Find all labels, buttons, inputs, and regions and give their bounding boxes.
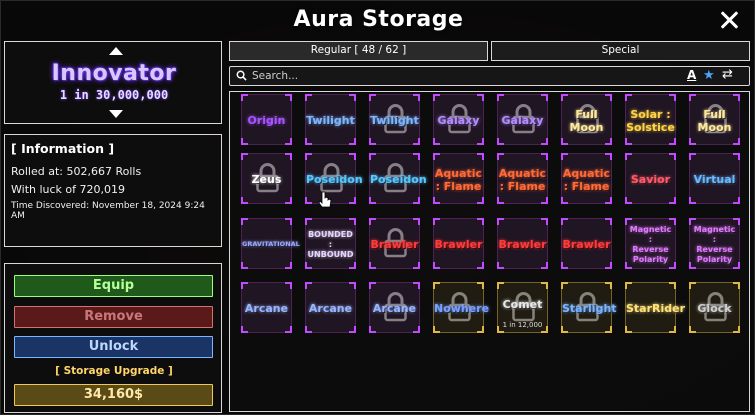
aura-slot[interactable]: Nowhere [433,282,489,333]
lock-icon [384,228,407,258]
aura-slot[interactable]: Arcane [305,282,356,333]
aura-slot-label: StarRider [626,302,686,315]
window-title: Aura Storage [293,7,464,32]
aura-slot[interactable]: Twilight [369,94,420,145]
aura-storage-window: Aura Storage Innovator 1 in 30,000,000 [… [0,0,755,415]
aura-slot[interactable]: Virtual [689,153,740,204]
aura-slot[interactable]: Zeus [241,153,292,204]
lock-icon [384,104,407,134]
aura-slot[interactable]: Brawler [497,218,548,269]
tab-regular[interactable]: Regular [ 48 / 62 ] [229,41,488,61]
aura-slot-label: GRAVITATIONAL [242,240,300,249]
information-title: [ Information ] [11,141,115,156]
close-icon[interactable] [718,9,740,31]
aura-slot-label: Twilight [306,114,355,127]
aura-slot-rarity: 1 in 12,000 [502,321,543,329]
sort-alpha-icon[interactable]: A [687,68,696,82]
lock-icon [256,163,279,193]
preview-aura-rarity: 1 in 30,000,000 [59,88,169,102]
lock-icon [384,292,407,322]
chevron-down-icon[interactable] [109,110,123,118]
aura-slot-label: Aquatic : Flame [434,166,483,193]
aura-slot[interactable]: Twilight [305,94,356,145]
lock-icon [448,104,471,134]
aura-slot[interactable]: Solar : Solstice [625,94,676,145]
lock-icon [448,292,471,322]
aura-slot[interactable]: Poseidon [369,153,427,204]
aura-slot[interactable]: Galaxy [497,94,548,145]
lock-icon [704,292,727,322]
aura-slot[interactable]: GRAVITATIONAL [241,218,300,269]
aura-slot-label: Savior [630,173,671,186]
lock-icon [512,104,535,134]
actions-panel: Equip Remove Unlock [ Storage Upgrade ] … [4,263,222,413]
aura-slot-label: Brawler [434,238,483,251]
aura-slot[interactable]: Brawler [561,218,612,269]
chevron-up-icon[interactable] [109,47,123,55]
aura-slot-label: Virtual [693,173,736,186]
search-bar: A ★ ⇄ [229,66,750,86]
aura-grid: Origin Twilight Twilight Galaxy Galaxy Full M… [229,91,750,412]
aura-slot[interactable]: Glock [689,282,740,333]
tab-special[interactable]: Special [491,41,750,61]
aura-slot-label: Brawler [498,238,547,251]
pointer-cursor-icon [318,191,332,208]
aura-slot-label: Origin [247,114,286,127]
aura-slot[interactable]: Aquatic : Flame [561,153,612,204]
aura-slot[interactable]: Magnetic : Reverse Polarity [625,218,676,269]
rolled-at-text: Rolled at: 502,667 Rolls [11,165,142,178]
aura-slot[interactable]: Origin [241,94,292,145]
lock-icon [576,104,599,134]
aura-slot[interactable]: Comet 1 in 12,000 [497,282,548,333]
equip-button[interactable]: Equip [14,275,213,297]
luck-text: With luck of 720,019 [11,183,126,196]
time-discovered-text: Time Discovered: November 18, 2024 9:24 … [11,201,205,221]
lock-icon [512,292,535,322]
aura-slot[interactable]: Aquatic : Flame [497,153,548,204]
aura-slot[interactable]: StarRider [625,282,686,333]
aura-slot[interactable]: Starlight [561,282,617,333]
aura-slot[interactable]: Savior [625,153,676,204]
aura-slot[interactable]: Arcane [241,282,292,333]
aura-slot-label: Aquatic : Flame [498,166,547,193]
aura-slot[interactable]: Brawler [433,218,484,269]
aura-slot[interactable]: Full Moon [561,94,612,145]
lock-icon [384,163,407,193]
lock-icon [576,292,599,322]
unlock-button[interactable]: Unlock [14,336,213,358]
aura-slot[interactable]: Magnetic : Reverse Polarity [689,218,740,269]
aura-slot-label: Arcane [308,302,353,315]
preview-aura-name: Innovator [51,61,177,86]
storage-upgrade-price-button[interactable]: 34,160$ [14,384,213,406]
aura-slot-label: BOUNDED : UNBOUND [307,229,354,259]
aura-slot-label: Arcane [244,302,289,315]
aura-slot[interactable]: Brawler [369,218,420,269]
aura-slot-label: Solar : Solstice [626,107,675,134]
aura-slot-label: Magnetic : Reverse Polarity [693,224,736,264]
aura-slot[interactable]: Galaxy [433,94,484,145]
information-panel: [ Information ] Rolled at: 502,667 Rolls… [4,134,222,247]
aura-slot[interactable]: Arcane [369,282,420,333]
swap-icon[interactable]: ⇄ [722,67,733,82]
aura-slot-label: Brawler [562,238,611,251]
search-icon [236,70,247,81]
lock-icon [704,104,727,134]
aura-slot-label: Aquatic : Flame [562,166,611,193]
aura-slot[interactable]: BOUNDED : UNBOUND [305,218,356,269]
remove-button[interactable]: Remove [14,306,213,328]
storage-upgrade-link[interactable]: [ Storage Upgrade ] [5,365,223,377]
aura-preview-panel: Innovator 1 in 30,000,000 [4,41,222,124]
search-input[interactable] [252,68,652,84]
lock-icon [320,163,343,193]
favorite-star-icon[interactable]: ★ [703,68,715,83]
aura-slot[interactable]: Full Moon [689,94,740,145]
aura-slot-label: Magnetic : Reverse Polarity [629,224,672,264]
aura-slot[interactable]: Aquatic : Flame [433,153,484,204]
